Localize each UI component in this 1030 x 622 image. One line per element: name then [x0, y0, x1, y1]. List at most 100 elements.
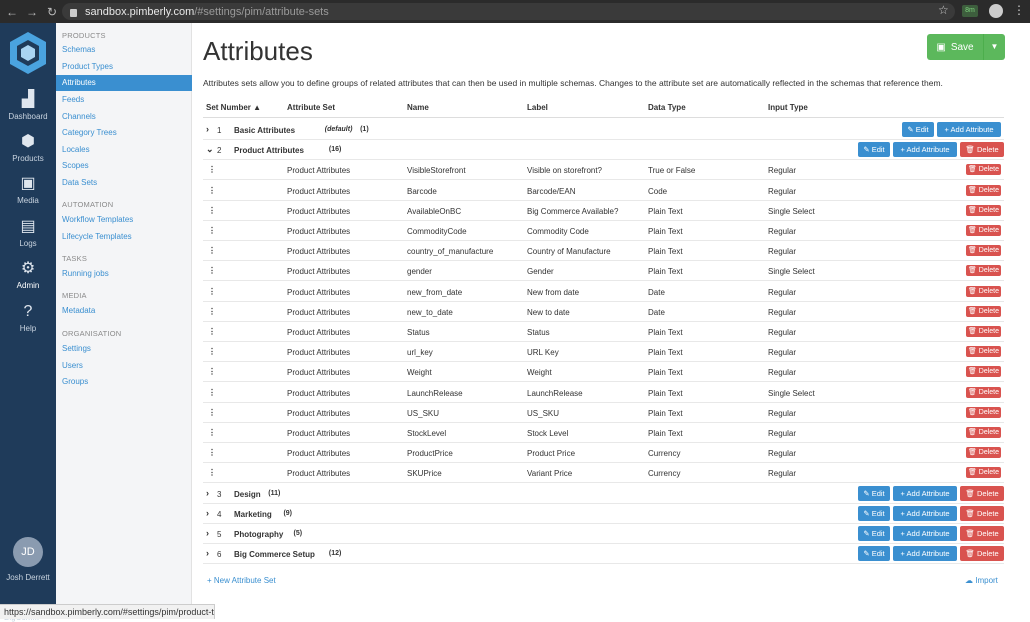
- attribute-row[interactable]: ⋮ Product Attributes Weight Weight Plain Tex…: [203, 362, 1004, 383]
- edit-button[interactable]: ✎ Edit: [858, 526, 890, 541]
- forward-icon[interactable]: →: [24, 5, 40, 19]
- attribute-set-row[interactable]: ⌄ 2 Product Attributes (16) ✎ Edit + Add Attr…: [203, 140, 1004, 161]
- attribute-row[interactable]: ⋮ Product Attributes LaunchRelease LaunchRe…: [203, 383, 1004, 403]
- delete-attribute-button[interactable]: 🗑 Delete: [966, 285, 1001, 297]
- save-dropdown-toggle[interactable]: ▼: [983, 34, 1005, 60]
- drag-handle-icon[interactable]: ⋮: [208, 307, 216, 316]
- attribute-row[interactable]: ⋮ Product Attributes CommodityCode Commodit…: [203, 221, 1004, 241]
- drag-handle-icon[interactable]: ⋮: [208, 206, 216, 215]
- attribute-row[interactable]: ⋮ Product Attributes Barcode Barcode/EAN Cod…: [203, 181, 1004, 201]
- subnav-metadata[interactable]: Metadata: [62, 306, 95, 315]
- add-attribute-button[interactable]: + Add Attribute: [893, 485, 957, 501]
- attribute-row[interactable]: ⋮ Product Attributes gender Gender Plain Tex…: [203, 261, 1004, 282]
- attribute-row[interactable]: ⋮ Product Attributes new_from_date New from…: [203, 282, 1004, 302]
- delete-attribute-button[interactable]: 🗑 Delete: [966, 305, 1001, 317]
- subnav-workflow-templates[interactable]: Workflow Templates: [62, 215, 133, 224]
- subnav-schemas[interactable]: Schemas: [62, 45, 95, 54]
- subnav-settings[interactable]: Settings: [62, 344, 91, 353]
- pimberly-logo[interactable]: [9, 31, 47, 75]
- delete-attribute-button[interactable]: 🗑 Delete: [966, 386, 1001, 398]
- delete-attribute-button[interactable]: 🗑 Delete: [966, 245, 1001, 257]
- delete-attribute-button[interactable]: 🗑 Delete: [966, 204, 1001, 216]
- drag-handle-icon[interactable]: ⋮: [208, 165, 216, 174]
- rail-item-media[interactable]: ▣ Media: [0, 175, 56, 205]
- profile-avatar[interactable]: [989, 4, 1003, 18]
- delete-button[interactable]: 🗑 Delete: [960, 526, 1004, 541]
- attribute-set-row[interactable]: › 1 Basic Attributes (default) (1) ✎ Edit + Ad…: [203, 120, 1004, 140]
- chevron-right-icon[interactable]: ›: [206, 124, 209, 134]
- attribute-row[interactable]: ⋮ Product Attributes country_of_manufactur…: [203, 241, 1004, 262]
- edit-button[interactable]: ✎ Edit: [858, 505, 890, 521]
- drag-handle-icon[interactable]: ⋮: [208, 408, 216, 417]
- save-button[interactable]: ▣ Save: [927, 34, 983, 60]
- rail-item-dashboard[interactable]: ▟ Dashboard: [0, 91, 56, 121]
- delete-attribute-button[interactable]: 🗑 Delete: [966, 427, 1001, 438]
- add-attribute-button[interactable]: + Add Attribute: [893, 546, 957, 562]
- drag-handle-icon[interactable]: ⋮: [208, 367, 216, 376]
- attribute-row[interactable]: ⋮ Product Attributes Status Status Plain Tex…: [203, 322, 1004, 342]
- subnav-lifecycle-templates[interactable]: Lifecycle Templates: [62, 232, 132, 241]
- reload-icon[interactable]: ↻: [44, 5, 60, 19]
- edit-button[interactable]: ✎ Edit: [858, 485, 890, 501]
- attribute-row[interactable]: ⋮ Product Attributes SKUPrice Variant Price…: [203, 463, 1004, 484]
- attribute-row[interactable]: ⋮ Product Attributes new_to_date New to dat…: [203, 302, 1004, 322]
- delete-attribute-button[interactable]: 🗑 Delete: [966, 346, 1001, 358]
- extension-badge[interactable]: 8m: [962, 5, 978, 17]
- delete-attribute-button[interactable]: 🗑 Delete: [966, 225, 1001, 236]
- browser-menu-icon[interactable]: ⋮: [1013, 3, 1025, 17]
- delete-attribute-button[interactable]: 🗑 Delete: [966, 406, 1001, 418]
- delete-button[interactable]: 🗑 Delete: [960, 505, 1004, 521]
- import-link[interactable]: ☁ Import: [965, 576, 998, 585]
- subnav-groups[interactable]: Groups: [62, 377, 88, 386]
- drag-handle-icon[interactable]: ⋮: [208, 388, 216, 397]
- attribute-row[interactable]: ⋮ Product Attributes url_key URL Key Plain T…: [203, 342, 1004, 363]
- chevron-right-icon[interactable]: ›: [206, 548, 209, 558]
- delete-attribute-button[interactable]: 🗑 Delete: [966, 326, 1001, 337]
- chevron-right-icon[interactable]: ›: [206, 528, 209, 538]
- rail-item-logs[interactable]: ▤ Logs: [0, 218, 56, 248]
- subnav-category-trees[interactable]: Category Trees: [62, 128, 117, 137]
- attribute-row[interactable]: ⋮ Product Attributes AvailableOnBC Big Comm…: [203, 201, 1004, 221]
- add-attribute-button[interactable]: + Add Attribute: [893, 526, 957, 541]
- edit-button[interactable]: ✎ Edit: [858, 546, 890, 562]
- drag-handle-icon[interactable]: ⋮: [208, 186, 216, 195]
- chevron-right-icon[interactable]: ›: [206, 488, 209, 498]
- col-data-type[interactable]: Data Type: [648, 103, 686, 112]
- drag-handle-icon[interactable]: ⋮: [208, 327, 216, 336]
- subnav-data-sets[interactable]: Data Sets: [62, 178, 97, 187]
- chevron-right-icon[interactable]: ›: [206, 508, 209, 518]
- subnav-feeds[interactable]: Feeds: [62, 95, 84, 104]
- delete-attribute-button[interactable]: 🗑 Delete: [966, 447, 1001, 459]
- drag-handle-icon[interactable]: ⋮: [208, 428, 216, 437]
- add-attribute-button[interactable]: + Add Attribute: [893, 505, 957, 521]
- drag-handle-icon[interactable]: ⋮: [208, 468, 216, 477]
- delete-button[interactable]: 🗑 Delete: [960, 485, 1004, 501]
- subnav-product-types[interactable]: Product Types: [62, 62, 113, 71]
- attribute-row[interactable]: ⋮ Product Attributes VisibleStorefront Visi…: [203, 160, 1004, 181]
- subnav-attributes[interactable]: Attributes: [56, 75, 192, 91]
- subnav-users[interactable]: Users: [62, 361, 83, 370]
- new-attribute-set-link[interactable]: + New Attribute Set: [207, 576, 276, 585]
- delete-attribute-button[interactable]: 🗑 Delete: [966, 467, 1001, 479]
- col-name[interactable]: Name: [407, 103, 429, 112]
- delete-attribute-button[interactable]: 🗑 Delete: [966, 164, 1001, 176]
- attribute-set-row[interactable]: › 5 Photography (5) ✎ Edit + Add Attribute 🗑 D…: [203, 524, 1004, 544]
- chevron-down-icon[interactable]: ⌄: [206, 144, 214, 155]
- bookmark-star-icon[interactable]: ☆: [938, 3, 949, 17]
- drag-handle-icon[interactable]: ⋮: [208, 266, 216, 275]
- attribute-row[interactable]: ⋮ Product Attributes US_SKU US_SKU Plain Tex…: [203, 403, 1004, 423]
- drag-handle-icon[interactable]: ⋮: [208, 347, 216, 356]
- subnav-channels[interactable]: Channels: [62, 112, 96, 121]
- subnav-running-jobs[interactable]: Running jobs: [62, 269, 109, 278]
- drag-handle-icon[interactable]: ⋮: [208, 448, 216, 457]
- delete-attribute-button[interactable]: 🗑 Delete: [966, 265, 1001, 277]
- delete-attribute-button[interactable]: 🗑 Delete: [966, 366, 1001, 378]
- col-input-type[interactable]: Input Type: [768, 103, 808, 112]
- rail-item-admin[interactable]: ⚙ Admin: [0, 260, 56, 290]
- subnav-locales[interactable]: Locales: [62, 145, 90, 154]
- subnav-scopes[interactable]: Scopes: [62, 161, 89, 170]
- col-label[interactable]: Label: [527, 103, 548, 112]
- user-avatar[interactable]: JD: [13, 537, 43, 567]
- add-attribute-button[interactable]: + Add Attribute: [937, 122, 1001, 137]
- rail-item-products[interactable]: ⬢ Products: [0, 133, 56, 163]
